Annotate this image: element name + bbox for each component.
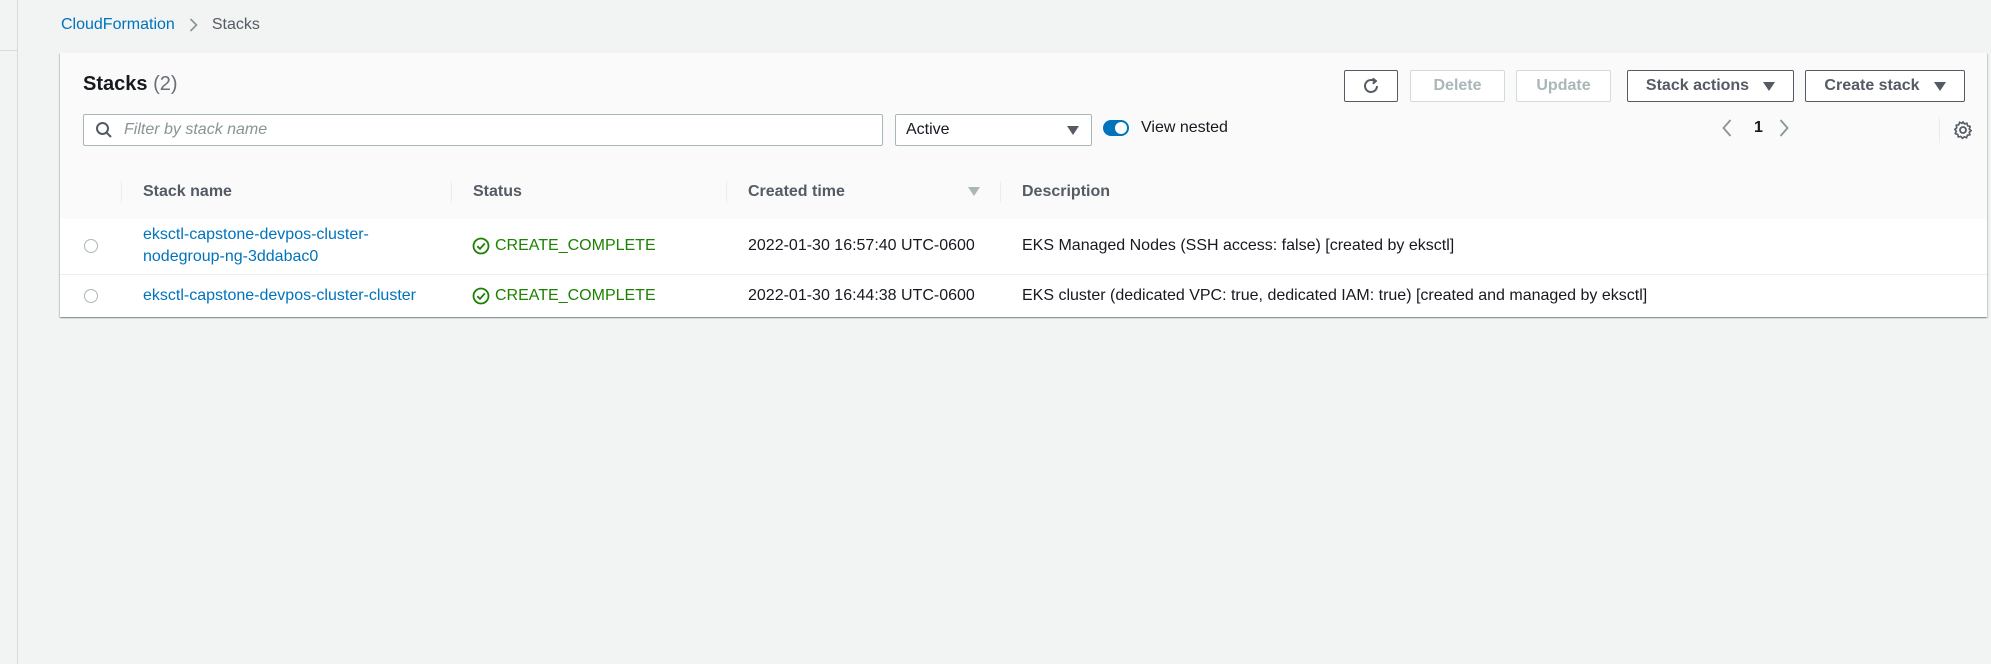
caret-down-icon: [1067, 125, 1079, 135]
status-cell: CREATE_COMPLETE: [472, 235, 656, 257]
chevron-right-icon[interactable]: [1779, 119, 1789, 137]
description: EKS Managed Nodes (SSH access: false) [c…: [1022, 237, 1455, 254]
row-select-radio[interactable]: [84, 239, 98, 253]
stack-actions-label: Stack actions: [1645, 77, 1750, 94]
column-divider: [726, 181, 727, 203]
stack-name-link[interactable]: eksctl-capstone-devpos-cluster-cluster: [143, 285, 416, 307]
delete-button[interactable]: Delete: [1410, 70, 1505, 102]
status-filter-value: Active: [906, 121, 950, 138]
create-stack-label: Create stack: [1824, 77, 1920, 94]
refresh-button[interactable]: [1344, 70, 1398, 102]
status-cell: CREATE_COMPLETE: [472, 285, 656, 307]
column-divider: [121, 181, 122, 203]
breadcrumb-cloudformation-link[interactable]: CloudFormation: [61, 16, 175, 34]
stack-name-line: nodegroup-ng-3ddabac0: [143, 248, 319, 265]
page-title: Stacks (2): [83, 73, 178, 96]
left-nav-rail: [0, 0, 18, 664]
column-header-stack-name[interactable]: Stack name: [143, 165, 232, 219]
update-button[interactable]: Update: [1516, 70, 1611, 102]
column-header-description[interactable]: Description: [1022, 165, 1110, 219]
column-divider: [1000, 181, 1001, 203]
current-page-number[interactable]: 1: [1754, 119, 1763, 137]
description: EKS cluster (dedicated VPC: true, dedica…: [1022, 287, 1648, 304]
table-header-row: Stack name Status Created time Descripti…: [60, 165, 1987, 220]
created-time: 2022-01-30 16:44:38 UTC-0600: [748, 287, 975, 304]
sort-descending-icon[interactable]: [968, 187, 980, 196]
gear-icon[interactable]: [1953, 120, 1973, 140]
column-header-created-time[interactable]: Created time: [748, 165, 845, 219]
stack-name-link[interactable]: eksctl-capstone-devpos-cluster- nodegrou…: [143, 224, 369, 268]
stacks-panel: Stacks (2) Delete Update Stack actions C…: [60, 53, 1987, 317]
check-circle-icon: [472, 287, 490, 305]
status-text: CREATE_COMPLETE: [495, 287, 656, 304]
pager-divider: [1939, 117, 1940, 143]
search-input[interactable]: [122, 115, 882, 145]
toggle-switch[interactable]: [1103, 120, 1129, 136]
row-select-radio[interactable]: [84, 289, 98, 303]
create-stack-button[interactable]: Create stack: [1805, 70, 1965, 102]
caret-down-icon: [1933, 81, 1946, 91]
view-nested-label: View nested: [1141, 119, 1228, 136]
chevron-right-icon: [189, 18, 198, 32]
chevron-left-icon[interactable]: [1722, 119, 1732, 137]
toggle-knob: [1115, 122, 1127, 134]
stack-filter-search: [83, 114, 883, 146]
panel-header: Stacks (2) Delete Update Stack actions C…: [60, 53, 1987, 166]
column-divider: [451, 181, 452, 203]
status-text: CREATE_COMPLETE: [495, 237, 656, 254]
stack-count: (2): [153, 73, 178, 95]
view-nested-toggle[interactable]: View nested: [1103, 119, 1228, 137]
stack-actions-button[interactable]: Stack actions: [1627, 70, 1794, 102]
search-icon: [95, 121, 113, 139]
check-circle-icon: [472, 237, 490, 255]
title-text: Stacks: [83, 73, 148, 95]
pagination: 1: [1722, 119, 1789, 137]
created-time: 2022-01-30 16:57:40 UTC-0600: [748, 237, 975, 254]
column-header-status[interactable]: Status: [473, 165, 522, 219]
breadcrumb-current-stacks: Stacks: [211, 16, 260, 33]
status-filter-select[interactable]: Active: [895, 114, 1092, 146]
rail-divider: [0, 50, 17, 51]
breadcrumb: CloudFormation Stacks: [61, 16, 260, 34]
refresh-icon: [1361, 76, 1381, 96]
table-row[interactable]: eksctl-capstone-devpos-cluster- nodegrou…: [60, 219, 1987, 275]
table-row[interactable]: eksctl-capstone-devpos-cluster-cluster C…: [60, 275, 1987, 317]
stack-name-line: eksctl-capstone-devpos-cluster-: [143, 226, 369, 243]
caret-down-icon: [1763, 81, 1776, 91]
